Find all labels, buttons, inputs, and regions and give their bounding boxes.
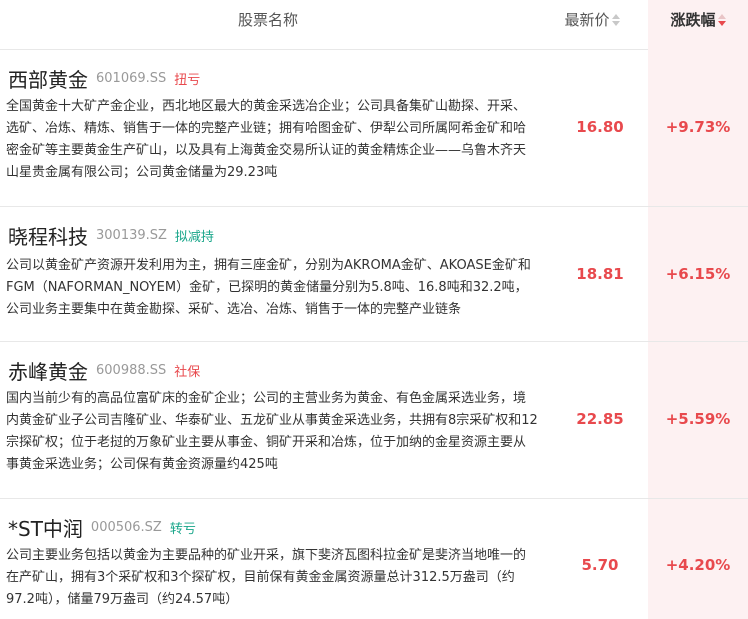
stock-tag[interactable]: 拟减持 [175,230,214,245]
stock-tag[interactable]: 转亏 [170,522,196,537]
stock-description: 国内当前少有的高品位富矿床的金矿企业；公司的主营业务为黄金、有色金属采选业务，境… [6,391,538,472]
stock-tag[interactable]: 扭亏 [174,73,200,88]
stock-name[interactable]: 西部黄金 [8,68,88,92]
change-percent-label: 涨跌幅 [670,11,716,29]
stock-name[interactable]: 晓程科技 [8,225,88,249]
stock-name[interactable]: 赤峰黄金 [8,360,88,384]
table-row[interactable]: 赤峰黄金 600988.SS 社保 国内当前少有的高品位富矿床的金矿企业；公司的主营… [0,342,748,499]
stock-description: 全国黄金十大矿产金企业，西北地区最大的黄金采选冶企业；公司具备集矿山勘探、开采、… [6,99,527,180]
change-percent: +6.15% [665,265,731,283]
change-percent: +4.20% [665,556,731,574]
stock-code: 000506.SZ [90,520,162,535]
sort-desc-icon[interactable] [717,13,726,27]
latest-price: 16.80 [576,118,624,136]
sort-icon[interactable] [611,13,620,27]
change-percent: +5.59% [665,410,731,428]
table-header: 股票名称 最新价 涨跌幅 [0,0,748,50]
stock-name[interactable]: *ST中润 [8,517,83,541]
stock-name-header: 股票名称 [237,11,298,29]
change-percent-header[interactable]: 涨跌幅 [648,0,748,50]
latest-price: 5.70 [581,556,619,574]
stock-code: 300139.SZ [96,228,167,243]
stock-title: 西部黄金 601069.SS 扭亏 [8,64,200,93]
table-row[interactable]: *ST中润 000506.SZ 转亏 公司主要业务包括以黄金为主要品种的矿业开采，旗… [0,499,748,619]
latest-price: 18.81 [576,265,624,283]
change-percent: +9.73% [665,118,731,136]
stock-description: 公司以黄金矿产资源开发利用为主，拥有三座金矿，分别为AKROMA金矿、AKOAS… [6,258,531,317]
table-row[interactable]: 晓程科技 300139.SZ 拟减持 公司以黄金矿产资源开发利用为主，拥有三座金矿，… [0,207,748,342]
stock-description: 公司主要业务包括以黄金为主要品种的矿业开采，旗下斐济瓦图科拉金矿是斐济当地唯一的… [6,548,527,607]
table-row[interactable]: 西部黄金 601069.SS 扭亏 全国黄金十大矿产金企业，西北地区最大的黄金采选冶… [0,50,748,207]
stock-title: 晓程科技 300139.SZ 拟减持 [8,221,214,250]
stock-title: *ST中润 000506.SZ 转亏 [8,513,196,542]
stock-code: 601069.SS [96,71,167,86]
stock-tag[interactable]: 社保 [174,365,200,380]
latest-price-label: 最新价 [564,11,610,29]
latest-price-header[interactable]: 最新价 [536,0,648,50]
latest-price: 22.85 [576,410,624,428]
stock-title: 赤峰黄金 600988.SS 社保 [8,356,200,385]
stock-code: 600988.SS [96,363,167,378]
